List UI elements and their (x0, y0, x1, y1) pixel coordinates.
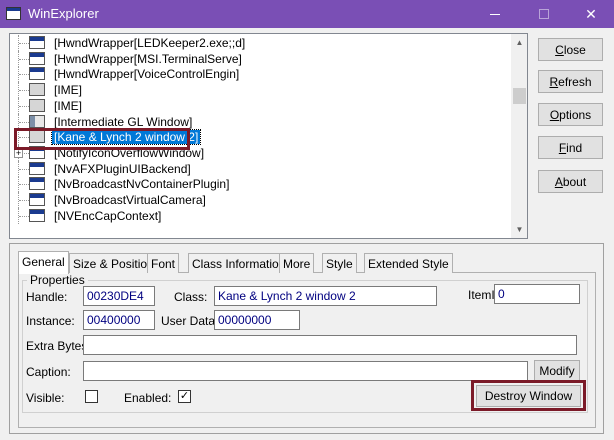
maximize-icon (539, 9, 549, 19)
find-button[interactable]: Find (538, 136, 603, 159)
tree-line (19, 90, 29, 92)
tab-more[interactable]: More (279, 253, 315, 273)
tab-general[interactable]: General (18, 251, 69, 274)
tree-item-label: [HwndWrapper[VoiceControlEngin] (54, 67, 240, 82)
visible-label: Visible: (26, 391, 65, 405)
tree-item[interactable]: [IME] (10, 97, 510, 114)
expand-icon[interactable]: + (14, 148, 23, 158)
selection-highlight-annotation (14, 128, 190, 150)
tree-item-label: [HwndWrapper[MSI.TerminalServe] (54, 51, 242, 66)
blank-window-icon (29, 83, 45, 97)
tree-line (19, 74, 29, 76)
instance-field[interactable]: 00400000 (83, 310, 155, 330)
options-button[interactable]: Options (538, 103, 603, 126)
window-icon (29, 36, 45, 49)
window-icon (29, 208, 45, 222)
tree-item-label: [HwndWrapper[LEDKeeper2.exe;;d] (54, 36, 246, 50)
tree-line (19, 200, 29, 201)
userdata-field[interactable]: 00000000 (214, 310, 300, 330)
close-button-label: Close (555, 42, 586, 57)
refresh-button[interactable]: Refresh (538, 70, 603, 93)
class-field[interactable]: Kane & Lynch 2 window 2 (214, 286, 437, 306)
tree-item-label: [NvBroadcastNvContainerPlugin] (54, 177, 230, 192)
about-button[interactable]: About (538, 170, 603, 193)
window-title: WinExplorer (28, 6, 99, 21)
tab-font[interactable]: Font (147, 253, 180, 273)
tab-extended-style[interactable]: Extended Style (364, 253, 453, 273)
destroy-highlight-annotation (471, 380, 586, 411)
tree-item[interactable]: [NvBroadcastVirtualCamera] (10, 192, 510, 208)
properties-group-label: Properties (27, 273, 88, 287)
tree-item[interactable]: [HwndWrapper[MSI.TerminalServe] (10, 50, 510, 67)
child-window-icon (29, 114, 45, 128)
handle-field[interactable]: 00230DE4 (83, 286, 155, 306)
caption-label: Caption: (26, 365, 71, 379)
itemid-field[interactable]: 0 (494, 284, 580, 304)
tree-item-label: [NvAFXPluginUIBackend] (54, 161, 191, 176)
visible-checkbox[interactable] (85, 390, 98, 403)
extrabytes-field[interactable] (83, 335, 577, 355)
refresh-button-label: Refresh (549, 74, 592, 89)
tree-line (19, 43, 29, 44)
instance-label: Instance: (26, 314, 75, 328)
close-button[interactable]: Close (538, 38, 603, 61)
class-label: Class: (174, 290, 208, 304)
window-icon (29, 161, 45, 175)
tree-item[interactable]: [NVEncCapContext] (10, 207, 510, 224)
scroll-thumb[interactable] (513, 88, 526, 104)
userdata-label: User Data: (161, 314, 219, 328)
tree-line (19, 121, 29, 123)
window-icon (29, 67, 45, 81)
tree-line (19, 168, 29, 170)
handle-label: Handle: (26, 290, 68, 304)
minimize-button[interactable] (472, 0, 518, 28)
app-window-icon (6, 7, 21, 20)
minimize-icon (490, 13, 500, 15)
tab-size-position[interactable]: Size & Position (69, 253, 158, 273)
tree-item[interactable]: [IME] (10, 82, 510, 99)
about-button-label: About (554, 174, 587, 189)
tab-class-information[interactable]: Class Information (188, 253, 290, 273)
tree-item[interactable]: [NvAFXPluginUIBackend] (10, 160, 510, 177)
enabled-label: Enabled: (124, 391, 172, 405)
tree-line (19, 58, 29, 60)
tree-item-label: [IME] (54, 83, 83, 98)
extrabytes-label: Extra Bytes: (26, 339, 91, 353)
window-icon (29, 51, 45, 65)
modify-button[interactable]: Modify (534, 360, 580, 382)
maximize-button[interactable] (521, 0, 567, 28)
window-icon (29, 193, 45, 206)
tree-item[interactable]: [HwndWrapper[LEDKeeper2.exe;;d] (10, 35, 510, 51)
caption-field[interactable] (83, 361, 528, 381)
tree-item[interactable]: [NvBroadcastNvContainerPlugin] (10, 176, 510, 193)
find-button-label: Find (558, 140, 583, 155)
tree-item-label: [NvBroadcastVirtualCamera] (54, 193, 206, 207)
scroll-down-icon[interactable]: ▼ (511, 221, 527, 238)
tree-item[interactable]: [HwndWrapper[VoiceControlEngin] (10, 66, 510, 83)
close-icon: ✕ (585, 5, 597, 22)
tree-item-label: [NVEncCapContext] (54, 208, 162, 223)
options-button-label: Options (549, 107, 592, 122)
tree-item-label: [IME] (54, 98, 83, 113)
close-window-button[interactable]: ✕ (568, 0, 614, 28)
tree-line (19, 215, 29, 217)
tab-style[interactable]: Style (322, 253, 357, 273)
enabled-checkbox[interactable]: ✓ (178, 390, 191, 403)
title-bar: WinExplorer ✕ (0, 0, 614, 28)
tree-scrollbar[interactable]: ▲ ▼ (511, 34, 527, 238)
blank-window-icon (29, 98, 45, 112)
tree-line (19, 184, 29, 186)
window-icon (29, 177, 45, 191)
tree-line (19, 105, 29, 107)
tree-item-label: [Intermediate GL Window] (54, 114, 193, 129)
scroll-up-icon[interactable]: ▲ (511, 34, 527, 51)
